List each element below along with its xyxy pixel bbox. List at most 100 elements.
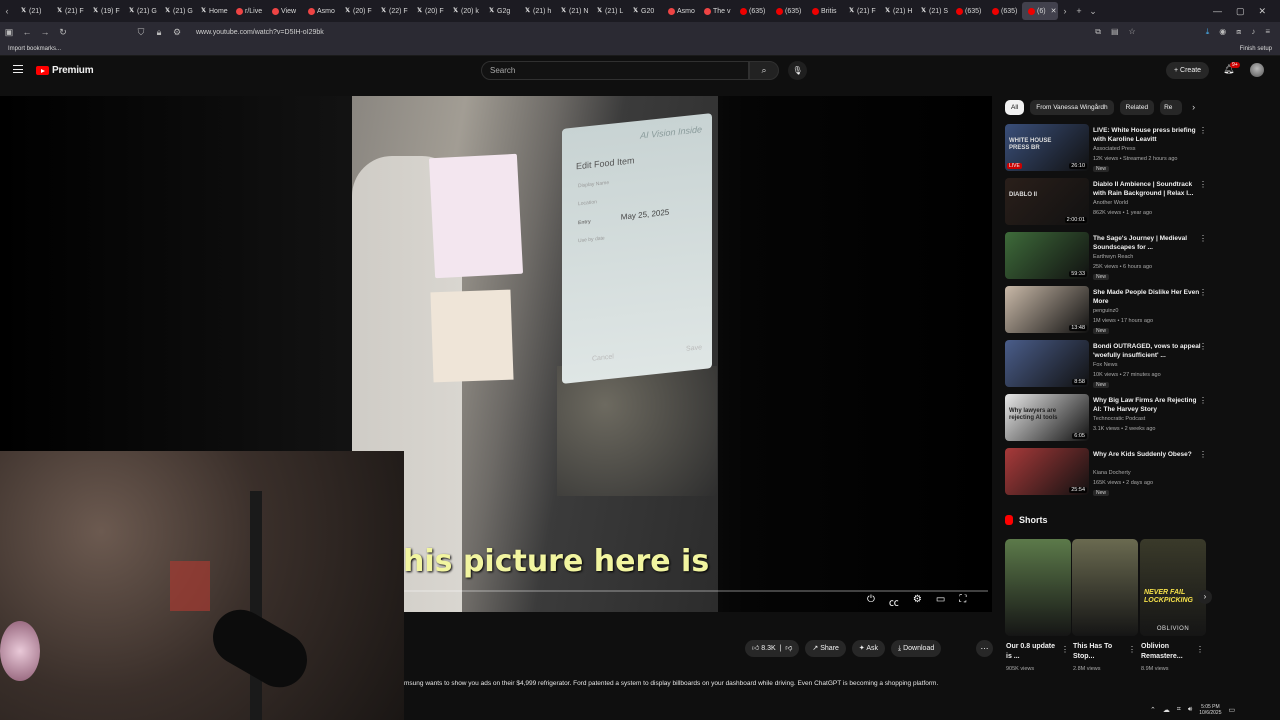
more-options-icon[interactable]: ⋮ (1199, 288, 1207, 297)
chevron-right-icon[interactable]: › (1192, 100, 1195, 115)
shorts-title[interactable]: This Has To Stop... (1073, 642, 1127, 662)
autoplay-toggle-icon[interactable]: ⏻ (867, 594, 875, 609)
chip-all[interactable]: All (1005, 100, 1025, 115)
browser-tab[interactable]: 𝕏 G20 (626, 2, 662, 20)
video-thumbnail[interactable]: 25:54 (1005, 448, 1089, 495)
chip-related[interactable]: Related (1119, 100, 1155, 115)
recommended-video[interactable]: WHITE HOUSE PRESS BR LIVE 26:10 LIVE: White… (1005, 124, 1210, 174)
more-options-icon[interactable]: ⋮ (1199, 342, 1207, 351)
video-thumbnail[interactable]: WHITE HOUSE PRESS BR LIVE 26:10 (1005, 124, 1089, 171)
permissions-icon[interactable]: ⚙ (168, 27, 186, 38)
recommended-video[interactable]: DIABLO II 2:00:01 Diablo II Ambience | Sou… (1005, 178, 1210, 228)
browser-tab[interactable]: 𝕏 (21) L (590, 2, 626, 20)
recommended-video[interactable]: 25:54 Why Are Kids Suddenly Obese? Kiana D… (1005, 448, 1210, 498)
search-button[interactable]: ⌕ (749, 61, 779, 80)
browser-tab[interactable]: 𝕏 (22) F (374, 2, 410, 20)
browser-tab[interactable]: 𝕏 (21) G (158, 2, 194, 20)
back-icon[interactable]: ← (18, 27, 36, 37)
clock[interactable]: 5:05 PM 10/6/2025 (1199, 704, 1221, 716)
video-title[interactable]: Why Big Law Firms Are Rejecting AI: The … (1093, 396, 1201, 414)
more-options-icon[interactable]: ⋮ (1199, 450, 1207, 459)
shorts-title[interactable]: Our 0.8 update is ... (1006, 642, 1060, 662)
new-tab-icon[interactable]: + (1072, 6, 1086, 16)
close-window-icon[interactable]: ✕ (1258, 6, 1266, 17)
more-options-icon[interactable]: ⋮ (1196, 645, 1204, 654)
thumbs-down-icon[interactable]: 👎︎ (785, 645, 792, 652)
settings-gear-icon[interactable]: ⚙ (913, 594, 922, 609)
browser-tab[interactable]: 𝕏 (21) F (842, 2, 878, 20)
onedrive-icon[interactable]: ☁ (1163, 706, 1170, 714)
shorts-thumbnail[interactable] (1005, 539, 1071, 636)
ask-button[interactable]: ✦ Ask (851, 640, 886, 657)
video-thumbnail[interactable]: DIABLO II 2:00:01 (1005, 178, 1089, 225)
more-options-icon[interactable]: ⋮ (1128, 645, 1136, 654)
browser-tab[interactable]: 𝕏 (21) F (50, 2, 86, 20)
menu-icon[interactable]: ≡ (1265, 27, 1270, 37)
more-options-icon[interactable]: ⋮ (1199, 234, 1207, 243)
downloads-icon[interactable]: ⤓ (1206, 27, 1210, 37)
browser-tab[interactable]: 𝕏 Home (194, 2, 230, 20)
minimize-icon[interactable]: — (1213, 6, 1222, 17)
search-input[interactable]: Search (481, 61, 749, 80)
video-progress-bar[interactable] (403, 590, 988, 592)
browser-tab[interactable]: 𝕏 (21) H (878, 2, 914, 20)
browser-tab[interactable]: 𝕏 (20) k (446, 2, 482, 20)
voice-search-button[interactable]: 🎙︎ (788, 61, 807, 80)
picture-in-picture-icon[interactable]: ⧉ (1095, 27, 1101, 37)
video-thumbnail[interactable]: Why lawyers are rejecting AI tools 6:05 (1005, 394, 1089, 441)
forward-icon[interactable]: → (36, 27, 54, 37)
youtube-logo[interactable]: Premium (36, 65, 94, 76)
download-button[interactable]: ⤓ Download (891, 640, 942, 657)
finish-setup-link[interactable]: Finish setup (1240, 46, 1272, 52)
more-options-icon[interactable]: ⋮ (1199, 396, 1207, 405)
fullscreen-icon[interactable]: ⛶ (959, 594, 966, 609)
browser-tab[interactable]: 𝕏 (20) F (410, 2, 446, 20)
video-title[interactable]: Diablo II Ambience | Soundtrack with Rai… (1093, 180, 1201, 198)
browser-tab[interactable]: (635) (734, 2, 770, 20)
browser-tab[interactable]: 𝕏 (19) F (86, 2, 122, 20)
browser-tab[interactable]: The v (698, 2, 734, 20)
channel-name[interactable]: penguinz0 (1093, 308, 1118, 314)
chip-recent[interactable]: Re (1160, 100, 1183, 115)
extensions-icon[interactable]: ⧈ (1236, 27, 1241, 37)
channel-name[interactable]: Associated Press (1093, 146, 1136, 152)
audio-icon[interactable]: ♪ (1251, 27, 1255, 37)
video-thumbnail[interactable]: 8:58 (1005, 340, 1089, 387)
more-options-icon[interactable]: ⋮ (1199, 180, 1207, 189)
video-title[interactable]: Why Are Kids Suddenly Obese? (1093, 450, 1201, 459)
browser-tab[interactable]: 𝕏 (21) h (518, 2, 554, 20)
browser-tab[interactable]: Asmo (662, 2, 698, 20)
browser-tab[interactable]: 𝕏 (21) (14, 2, 50, 20)
browser-tab[interactable]: (635) (770, 2, 806, 20)
maximize-icon[interactable]: ▢ (1236, 6, 1245, 17)
channel-name[interactable]: Technocratic Podcast (1093, 416, 1145, 422)
volume-icon[interactable]: 🔊︎ (1188, 706, 1192, 714)
browser-tab[interactable]: View (266, 2, 302, 20)
browser-tab[interactable]: 𝕏 G2g (482, 2, 518, 20)
more-options-icon[interactable]: ⋮ (1061, 645, 1069, 654)
tab-scroll-right-icon[interactable]: › (1058, 6, 1072, 16)
bookmark-star-icon[interactable]: ☆ (1129, 27, 1136, 37)
shorts-title[interactable]: Oblivion Remastere... (1141, 642, 1195, 662)
browser-tab[interactable]: 𝕏 (20) F (338, 2, 374, 20)
video-description[interactable]: msung wants to show you ads on their $4,… (404, 680, 992, 687)
recommended-video[interactable]: 13:48 She Made People Dislike Her Even Mo… (1005, 286, 1210, 336)
browser-tab[interactable]: Asmo (302, 2, 338, 20)
url-field[interactable]: www.youtube.com/watch?v=D5IH-oI29bk (196, 29, 324, 36)
browser-tab[interactable]: (635) (950, 2, 986, 20)
video-thumbnail[interactable]: 13:48 (1005, 286, 1089, 333)
channel-name[interactable]: Kiana Docherty (1093, 470, 1131, 476)
account-icon[interactable]: ◉ (1219, 27, 1226, 37)
shorts-next-icon[interactable]: › (1198, 590, 1212, 604)
notifications-icon[interactable]: ▭ (1229, 706, 1236, 714)
theater-mode-icon[interactable]: ▭ (936, 594, 945, 609)
shorts-thumbnail[interactable] (1072, 539, 1138, 636)
recommended-video[interactable]: 8:58 Bondi OUTRAGED, vows to appeal 'woef… (1005, 340, 1210, 390)
more-actions-button[interactable]: ⋯ (976, 640, 993, 657)
avatar[interactable] (1250, 63, 1264, 77)
create-button[interactable]: + Create (1166, 62, 1210, 79)
channel-name[interactable]: Fox News (1093, 362, 1117, 368)
browser-tab[interactable]: r/Live (230, 2, 266, 20)
recommended-video[interactable]: 59:33 The Sage's Journey | Medieval Sound… (1005, 232, 1210, 282)
channel-name[interactable]: Another World (1093, 200, 1128, 206)
